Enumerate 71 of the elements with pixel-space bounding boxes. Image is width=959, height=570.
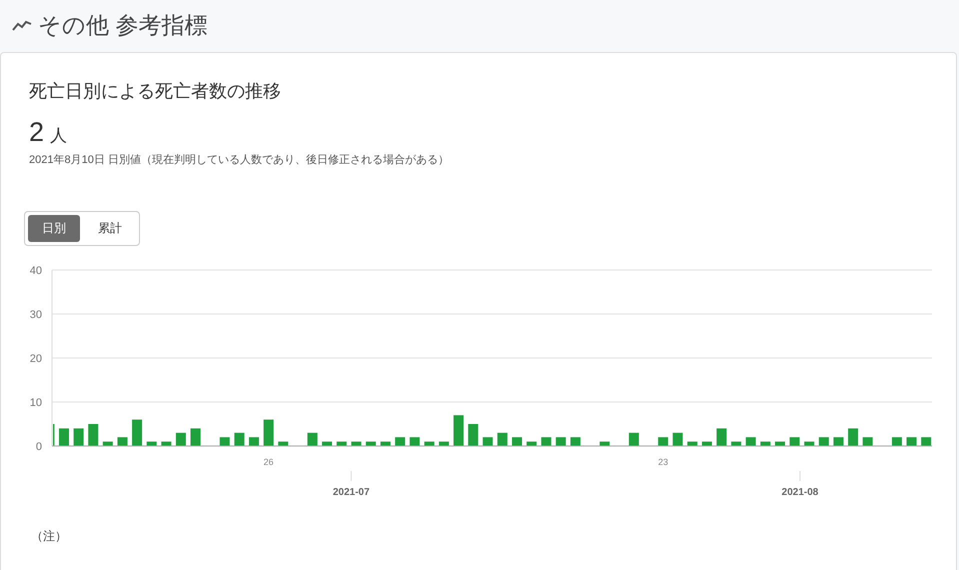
- bar: [132, 420, 142, 446]
- chart-title: 死亡日別による死亡者数の推移: [29, 80, 282, 103]
- bar: [117, 437, 128, 446]
- bar: [790, 437, 800, 446]
- bar: [512, 437, 522, 446]
- bar: [190, 428, 200, 446]
- y-tick-label: 0: [36, 441, 42, 453]
- bar: [541, 437, 552, 446]
- count-value: 2: [29, 117, 44, 148]
- bar: [176, 432, 186, 446]
- bar: [921, 437, 932, 446]
- bar: [702, 442, 712, 446]
- bar: [731, 442, 742, 446]
- bar: [322, 442, 332, 446]
- bar: [248, 437, 259, 446]
- bar: [264, 420, 274, 446]
- footnote: （注）: [30, 528, 68, 545]
- bar: [234, 432, 244, 446]
- count-unit: 人: [50, 125, 68, 147]
- bar: [906, 437, 917, 446]
- bar: [146, 442, 157, 446]
- bar: [336, 442, 347, 446]
- bar: [58, 428, 69, 446]
- toggle-option[interactable]: 日別: [28, 215, 80, 242]
- x-month-label: 2021-07: [332, 487, 370, 498]
- bar: [848, 428, 858, 446]
- bar: [760, 442, 770, 446]
- bar: [716, 428, 727, 446]
- bar: [220, 437, 230, 446]
- trend-line-icon: [12, 18, 32, 32]
- bar: [454, 415, 464, 446]
- bar: [818, 437, 829, 446]
- bar: [658, 437, 668, 446]
- section-title: その他 参考指標: [38, 10, 208, 40]
- date-note: 2021年8月10日 日別値（現在判明している人数であり、後日修正される場合がある）: [29, 153, 450, 167]
- y-tick-label: 20: [30, 353, 42, 365]
- bar: [482, 437, 493, 446]
- bar: [833, 437, 844, 446]
- bar: [102, 442, 113, 446]
- bar: [775, 442, 786, 446]
- bar: [161, 442, 172, 446]
- bar: [88, 424, 98, 446]
- bar: [307, 432, 318, 446]
- bar: [628, 432, 639, 446]
- bar: [424, 442, 434, 446]
- bar: [278, 442, 288, 446]
- bar: [556, 437, 566, 446]
- bar: [497, 432, 508, 446]
- y-tick-label: 10: [30, 397, 42, 409]
- bar: [862, 437, 873, 446]
- bar: [526, 442, 537, 446]
- bar: [600, 442, 610, 446]
- bar: [892, 437, 902, 446]
- bar: [410, 437, 420, 446]
- bar: [366, 442, 376, 446]
- x-month-label: 2021-08: [782, 487, 818, 498]
- bar: [395, 437, 406, 446]
- bar: [570, 437, 580, 446]
- x-tick-label: 23: [658, 457, 668, 467]
- bar: [746, 437, 756, 446]
- bar: [380, 442, 390, 446]
- bar: [672, 432, 683, 446]
- y-tick-label: 30: [30, 309, 42, 321]
- bar: [438, 442, 449, 446]
- bar: [74, 428, 84, 446]
- bar: [468, 424, 478, 446]
- bar: [804, 442, 814, 446]
- bar: [351, 442, 362, 446]
- y-tick-label: 40: [30, 265, 42, 277]
- x-tick-label: 26: [264, 457, 274, 467]
- bar: [687, 442, 698, 446]
